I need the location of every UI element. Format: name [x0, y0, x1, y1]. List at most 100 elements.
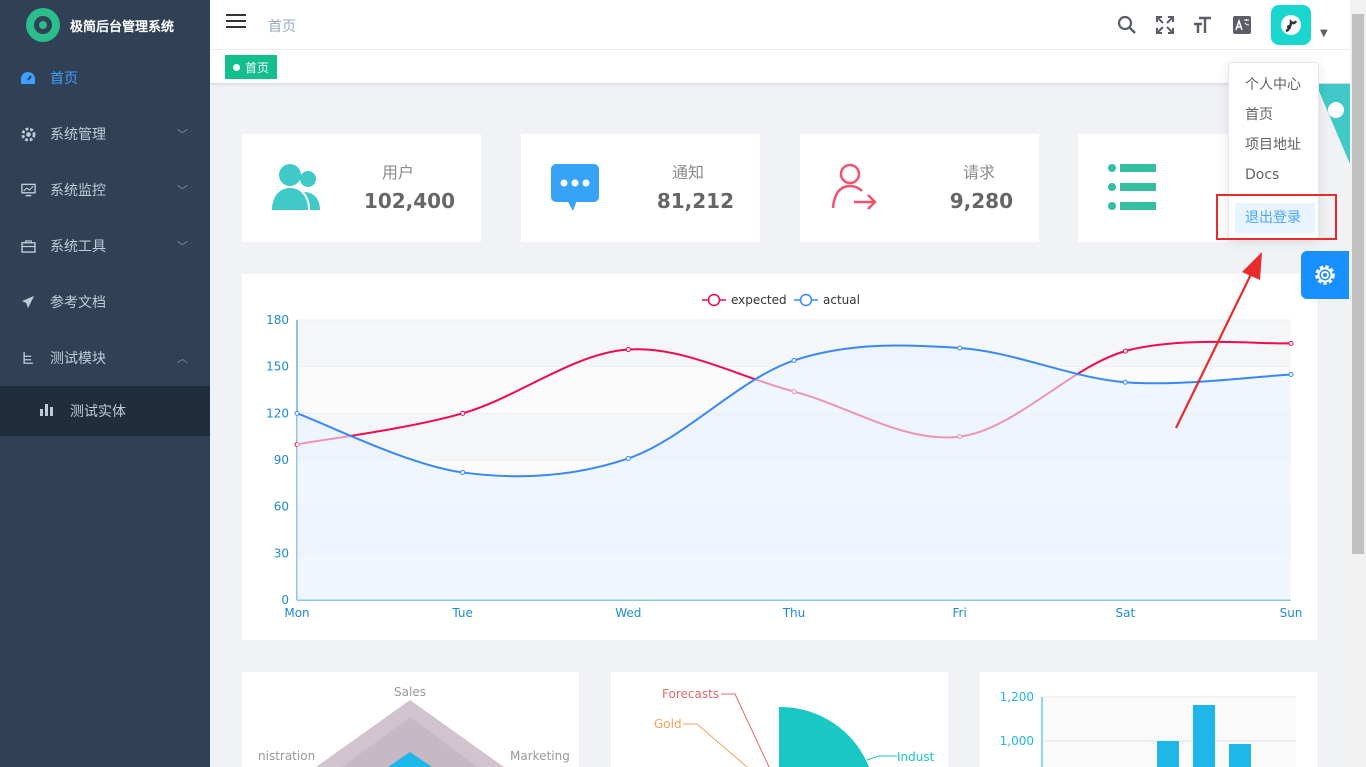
tree-icon: [20, 350, 36, 366]
sidebar-item-label: 测试模块: [50, 351, 106, 367]
line-chart-panel: 0 30 60 90 120 150 180 Mon Tue Wed Thu Fri Sat Sun exp…: [242, 274, 1317, 640]
pie-leader: [866, 755, 897, 761]
toolbox-icon: [20, 238, 36, 254]
pie-leader: [721, 693, 770, 767]
data-point: [1288, 340, 1294, 346]
bar-chart-icon: [40, 403, 54, 420]
y-tick-label: 60: [274, 500, 289, 514]
sidebar-item-system[interactable]: 系统管理 ﹀: [0, 106, 210, 162]
pie-leader: [683, 723, 748, 767]
menu-item-home[interactable]: 首页: [1229, 100, 1318, 130]
y-tick-label: 180: [266, 313, 289, 327]
avatar[interactable]: [1271, 5, 1311, 45]
sidebar-item-docs[interactable]: 参考文档: [0, 274, 210, 330]
annotation-arrow: [1175, 252, 1262, 429]
x-tick-label: Sun: [1280, 606, 1303, 620]
x-tick-label: Tue: [451, 606, 473, 620]
hamburger-icon[interactable]: [226, 14, 246, 34]
sidebar-item-label: 参考文档: [50, 295, 106, 311]
dot-icon: [233, 63, 240, 71]
data-point: [625, 347, 631, 353]
legend-marker: [707, 293, 721, 307]
legend-label: expected: [731, 293, 787, 307]
fullscreen-icon[interactable]: [1152, 12, 1178, 38]
radar-label: Sales: [394, 685, 426, 699]
sidebar: 极简后台管理系统 首页 系统管理 ﹀ 系统监控 ﹀ 系统工具 ﹀ 参考文档 测试…: [0, 0, 210, 767]
pie-label: Gold: [654, 717, 682, 731]
x-tick-label: Mon: [284, 606, 309, 620]
github-corner[interactable]: [1316, 84, 1350, 164]
menu-item-docs[interactable]: Docs: [1229, 160, 1318, 190]
bar: [1157, 741, 1179, 767]
bar: [1229, 744, 1251, 767]
logo-icon: [26, 8, 60, 42]
x-tick-label: Thu: [782, 606, 806, 620]
menu-item-profile[interactable]: 个人中心: [1229, 70, 1318, 100]
tag-home[interactable]: 首页: [225, 55, 278, 79]
legend-marker: [799, 293, 813, 307]
stat-value: 81,212: [656, 189, 734, 213]
sidebar-item-label: 首页: [50, 71, 78, 87]
y-tick-label: 1,200: [1000, 690, 1034, 704]
stat-label: 用户: [381, 163, 414, 182]
data-point: [791, 357, 797, 363]
send-icon: [20, 294, 36, 310]
data-point: [1122, 348, 1128, 354]
y-tick-label: 1,000: [1000, 734, 1034, 748]
tag-label: 首页: [245, 60, 270, 75]
y-tick-label: 150: [266, 360, 289, 374]
highlight-box: [1216, 194, 1337, 240]
stat-card-messages[interactable]: 通知 81,212: [521, 134, 760, 242]
chevron-down-icon: ﹀: [177, 128, 188, 141]
sidebar-item-label: 系统工具: [50, 239, 106, 255]
font-size-icon[interactable]: [1190, 12, 1216, 38]
sidebar-item-label: 系统管理: [50, 127, 106, 143]
sidebar-item-tools[interactable]: 系统工具 ﹀: [0, 218, 210, 274]
menu-item-project[interactable]: 项目地址: [1229, 130, 1318, 160]
stat-card-list[interactable]: [1078, 134, 1228, 242]
app-title: 极简后台管理系统: [70, 19, 175, 35]
radar-label: nistration: [258, 749, 315, 763]
sidebar-item-home[interactable]: 首页: [0, 50, 210, 106]
message-icon: [551, 162, 601, 214]
x-tick-label: Fri: [953, 606, 967, 620]
legend-label: actual: [823, 293, 860, 307]
caret-down-icon[interactable]: ▼: [1320, 28, 1328, 39]
data-point: [1122, 379, 1128, 385]
stat-value: 9,280: [949, 189, 1013, 213]
pie-chart-panel: Forecasts Gold Indust: [611, 672, 948, 767]
stat-card-requests[interactable]: 请求 9,280: [800, 134, 1039, 242]
x-tick-label: Wed: [615, 606, 641, 620]
sidebar-item-label: 系统监控: [50, 183, 106, 199]
users-icon: [272, 162, 322, 214]
y-tick-label: 30: [274, 546, 289, 560]
x-tick-label: Sat: [1115, 606, 1135, 620]
breadcrumb[interactable]: 首页: [268, 16, 296, 36]
scrollbar[interactable]: [1350, 0, 1366, 767]
data-point: [957, 345, 963, 351]
sidebar-item-test[interactable]: 测试模块 ︿: [0, 330, 210, 386]
scrollbar-thumb[interactable]: [1352, 14, 1364, 554]
settings-button[interactable]: [1301, 251, 1349, 299]
logo[interactable]: 极简后台管理系统: [0, 0, 210, 50]
data-point: [1288, 371, 1294, 377]
radar-label: Marketing: [510, 749, 570, 763]
stat-card-users[interactable]: 用户 102,400: [242, 134, 481, 242]
line-chart: 0 30 60 90 120 150 180 Mon Tue Wed Thu Fri Sat Sun exp…: [266, 293, 1303, 620]
stat-label: 通知: [671, 163, 704, 182]
stat-label: 请求: [962, 163, 995, 182]
sidebar-item-monitor[interactable]: 系统监控 ﹀: [0, 162, 210, 218]
translate-icon[interactable]: [1229, 12, 1255, 38]
sidebar-subitem-test-entity[interactable]: 测试实体: [0, 386, 210, 436]
bar-chart-panel: 1,200 1,000: [980, 672, 1317, 767]
sidebar-subitem-label: 测试实体: [70, 404, 126, 420]
pie-label: Indust: [897, 750, 935, 764]
gear-icon: [20, 126, 36, 142]
chevron-up-icon: ︿: [177, 352, 188, 365]
search-icon[interactable]: [1114, 12, 1140, 38]
pie-slice: [779, 706, 869, 767]
bar: [1193, 705, 1215, 767]
navbar: 首页 ▼: [210, 0, 1350, 50]
dashboard-icon: [20, 70, 36, 86]
tags-view: 首页: [210, 50, 1350, 84]
